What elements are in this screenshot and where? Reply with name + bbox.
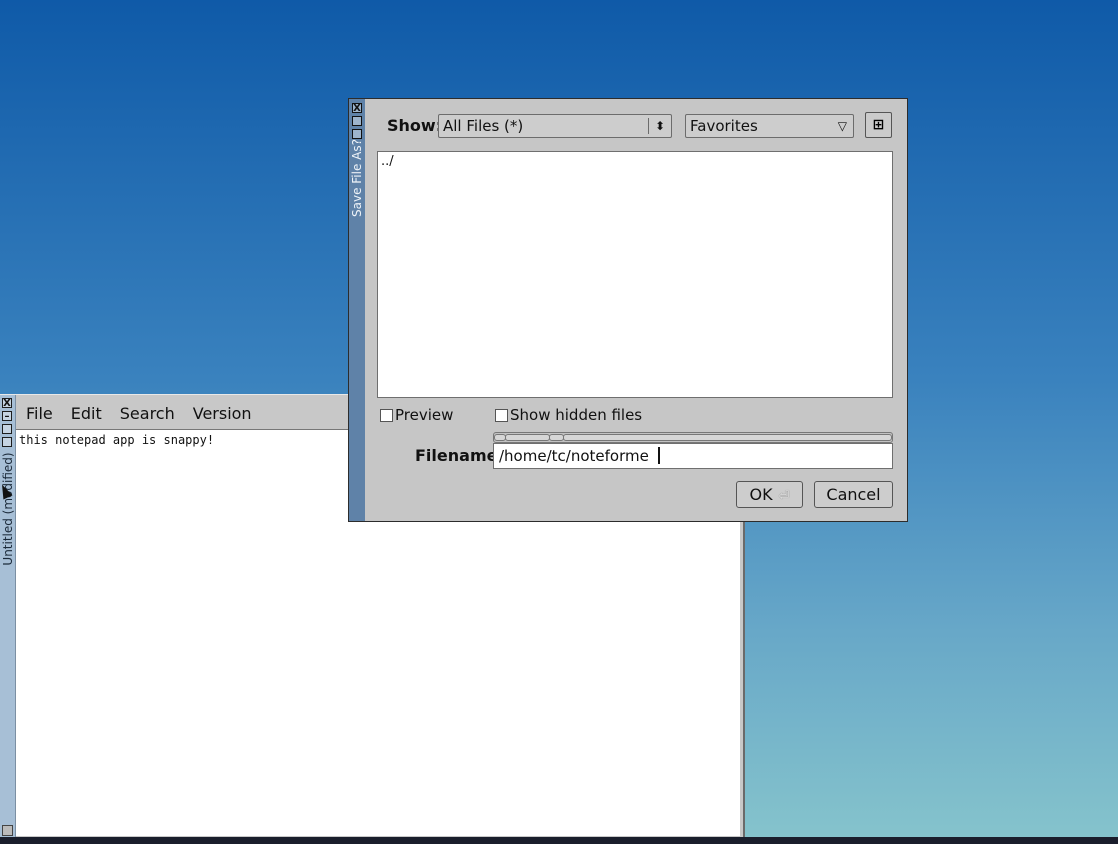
menu-version[interactable]: Version — [193, 404, 252, 423]
notepad-titlebar[interactable]: X – Untitled (modified) — [0, 395, 16, 839]
menu-search[interactable]: Search — [120, 404, 175, 423]
path-segment[interactable] — [505, 434, 550, 441]
file-type-select[interactable]: All Files (*) ⬍ — [438, 114, 672, 138]
save-file-dialog: X Save File As? Show: All Files (*) ⬍ Fa… — [348, 98, 908, 522]
new-folder-icon: ⊞ — [872, 117, 885, 133]
return-icon: ⏎ — [778, 489, 790, 504]
show-hidden-label: Show hidden files — [510, 406, 643, 424]
new-folder-button[interactable]: ⊞ — [865, 112, 892, 138]
menu-file[interactable]: File — [26, 404, 53, 423]
path-segment[interactable] — [549, 434, 564, 441]
favorites-menu[interactable]: Favorites ▽ — [685, 114, 854, 138]
checkbox-icon[interactable] — [380, 408, 393, 422]
filename-label: Filename: — [415, 446, 504, 465]
filename-field[interactable]: /home/tc/noteforme — [493, 443, 893, 469]
resize-handle[interactable] — [2, 825, 13, 836]
window-title: Untitled (modified) — [1, 452, 15, 566]
menu-edit[interactable]: Edit — [71, 404, 102, 423]
minimize-button[interactable]: – — [2, 411, 12, 422]
cancel-label: Cancel — [826, 485, 881, 504]
show-label: Show: — [387, 116, 443, 135]
preview-label: Preview — [395, 406, 454, 424]
dialog-titlebar[interactable]: X Save File As? — [349, 99, 365, 521]
ok-button[interactable]: OK ⏎ — [736, 481, 803, 508]
checkbox-icon[interactable] — [495, 408, 508, 422]
file-browser[interactable]: ../ — [377, 151, 893, 398]
triangle-down-icon: ▽ — [837, 119, 847, 133]
list-item[interactable]: ../ — [378, 152, 892, 169]
cancel-button[interactable]: Cancel — [814, 481, 893, 508]
dialog-close-button[interactable]: X — [352, 103, 362, 114]
favorites-label: Favorites — [690, 117, 758, 135]
path-segment[interactable] — [563, 434, 892, 441]
filename-value: /home/tc/noteforme — [499, 447, 649, 465]
ok-label: OK — [749, 485, 773, 504]
close-button[interactable]: X — [2, 398, 12, 409]
path-bar[interactable] — [493, 432, 893, 443]
dialog-title: Save File As? — [350, 139, 364, 217]
text-caret — [657, 447, 660, 464]
updown-arrow-icon: ⬍ — [654, 119, 665, 133]
maximize-button[interactable] — [2, 424, 12, 434]
menubar: File Edit Search Version — [17, 397, 261, 429]
show-hidden-checkbox[interactable]: Show hidden files — [495, 406, 642, 424]
preview-checkbox[interactable]: Preview — [380, 406, 453, 424]
file-type-value: All Files (*) — [443, 117, 524, 135]
taskbar-strip — [0, 837, 1118, 844]
